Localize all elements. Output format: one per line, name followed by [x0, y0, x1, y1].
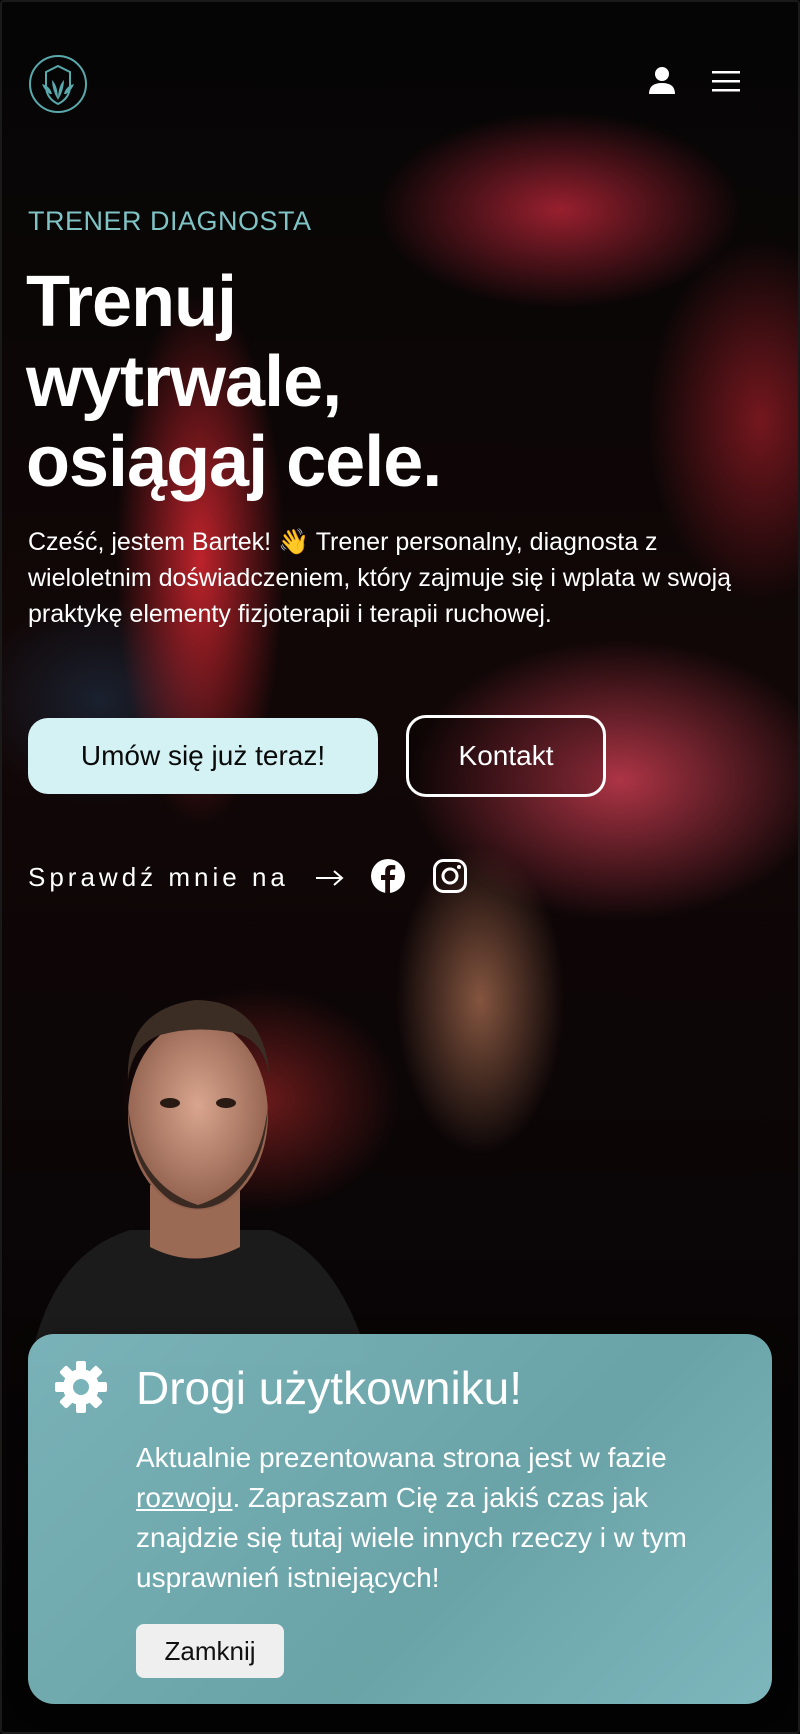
user-icon[interactable]	[646, 64, 678, 96]
notice-body-link: rozwoju	[136, 1482, 233, 1513]
shield-leaf-logo-icon[interactable]	[28, 54, 88, 114]
hero-intro: Cześć, jestem Bartek! 👋 Trener personaln…	[28, 528, 732, 628]
notice-title: Drogi użytkowniku!	[136, 1362, 523, 1414]
hero-title-line-3: osiągaj cele.	[26, 422, 442, 502]
notice-body: Aktualnie prezentowana strona jest w faz…	[136, 1438, 736, 1598]
close-notice-button[interactable]: Zamknij	[136, 1624, 284, 1678]
hero-title-line-2: wytrwale,	[26, 342, 342, 422]
book-now-button[interactable]: Umów się już teraz!	[28, 718, 378, 794]
social-links: Sprawdź mnie na	[28, 852, 528, 902]
facebook-icon[interactable]	[370, 858, 406, 894]
instagram-icon[interactable]	[432, 858, 468, 894]
gear-icon	[55, 1361, 107, 1413]
hero-title: Trenuj wytrwale, osiągaj cele.	[26, 262, 586, 502]
hero-title-line-1: Trenuj	[26, 262, 237, 342]
hamburger-menu-icon[interactable]	[712, 68, 740, 94]
notice-body-text-start: Aktualnie prezentowana strona jest w faz…	[136, 1442, 667, 1473]
development-notice: Drogi użytkowniku! Aktualnie prezentowan…	[28, 1334, 772, 1704]
arrow-right-icon	[316, 870, 344, 886]
social-label: Sprawdź mnie na	[28, 862, 289, 892]
hero-eyebrow: TRENER DIAGNOSTA	[28, 206, 312, 236]
contact-button[interactable]: Kontakt	[406, 715, 606, 797]
trainer-portrait	[30, 1000, 370, 1365]
site-header	[28, 50, 772, 120]
